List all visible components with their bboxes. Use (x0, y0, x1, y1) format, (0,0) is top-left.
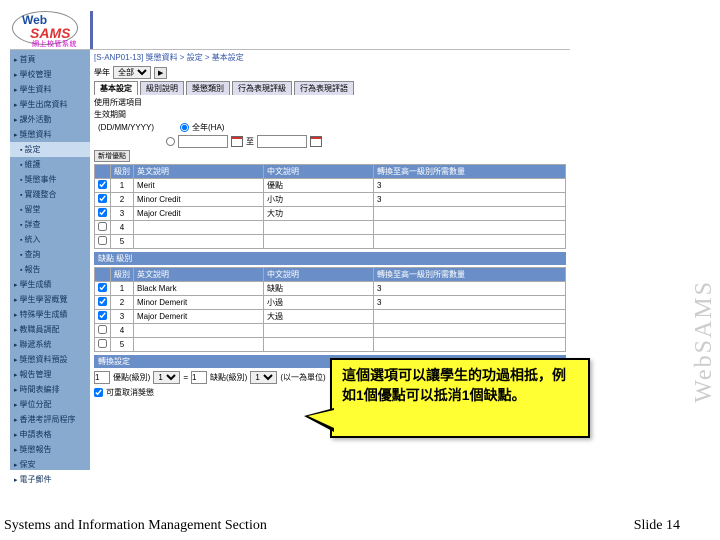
sidebar-item[interactable]: 學生成績 (10, 277, 90, 292)
convert-merit-level[interactable]: 1 (153, 371, 180, 384)
sidebar-item[interactable]: 學生資料 (10, 82, 90, 97)
use-item-label: 使用所選項目 (94, 97, 566, 108)
merit-col-num: 轉換至高一級別所需數量 (374, 165, 566, 179)
sidebar-item[interactable]: 統入 (10, 232, 90, 247)
date-all-year-radio[interactable] (180, 123, 189, 132)
demerit-col-cn: 中文說明 (264, 268, 374, 282)
table-row: 3Major Demerit大過 (95, 310, 566, 324)
demerit-col-level: 級別 (111, 268, 134, 282)
merit-col-level: 級別 (111, 165, 134, 179)
row-checkbox[interactable] (98, 311, 107, 320)
sidebar-item[interactable]: 學校管理 (10, 67, 90, 82)
tab-3[interactable]: 行為表現評級 (232, 81, 292, 95)
sidebar-item[interactable]: 香港考評局程序 (10, 412, 90, 427)
cancel-label: 可重取消獎懲 (106, 387, 154, 398)
table-row: 4 (95, 221, 566, 235)
sidebar-item[interactable]: 申請表格 (10, 427, 90, 442)
sidebar-item[interactable]: 報告 (10, 262, 90, 277)
date-opt1-label: 全年(HA) (192, 122, 224, 133)
table-row: 2Minor Credit小功3 (95, 193, 566, 207)
sidebar-item[interactable]: 學生學習概覽 (10, 292, 90, 307)
sidebar-item[interactable]: 獎懲報告 (10, 442, 90, 457)
year-select[interactable]: 全部 (113, 66, 151, 79)
convert-merit-qty[interactable] (94, 371, 110, 384)
date-to-input[interactable] (257, 135, 307, 148)
merit-col-en: 英文說明 (134, 165, 264, 179)
tabs: 基本設定級別說明獎懲類別行為表現評級行為表現評語 (94, 81, 566, 95)
sidebar-item[interactable]: 教職員調配 (10, 322, 90, 337)
demerit-col-en: 英文說明 (134, 268, 264, 282)
add-merit-button[interactable]: 新增優點 (94, 150, 130, 162)
sidebar-item[interactable]: 學位分配 (10, 397, 90, 412)
sidebar-item[interactable]: 報告管理 (10, 367, 90, 382)
date-range-radio[interactable] (166, 137, 175, 146)
sidebar-item[interactable]: 首頁 (10, 52, 90, 67)
row-checkbox[interactable] (98, 222, 107, 231)
demerit-section-header: 缺點 級別 (94, 252, 566, 265)
row-checkbox[interactable] (98, 283, 107, 292)
sidebar-item[interactable]: 課外活動 (10, 112, 90, 127)
tab-2[interactable]: 獎懲類別 (186, 81, 230, 95)
demerit-col-num: 轉換至高一級別所需數量 (374, 268, 566, 282)
go-button[interactable]: ▶ (154, 67, 167, 79)
merit-table: 級別 英文說明 中文說明 轉換至高一級別所需數量 1Merit優點32Minor… (94, 164, 566, 249)
table-row: 3Major Credit大功 (95, 207, 566, 221)
table-row: 2Minor Demerit小過3 (95, 296, 566, 310)
table-row: 1Black Mark缺點3 (95, 282, 566, 296)
row-checkbox[interactable] (98, 194, 107, 203)
sidebar-item[interactable]: 聯遞系統 (10, 337, 90, 352)
footer-right: Slide 14 (634, 518, 680, 534)
footer-left: Systems and Information Management Secti… (4, 518, 267, 534)
row-checkbox[interactable] (98, 325, 107, 334)
tab-1[interactable]: 級別說明 (140, 81, 184, 95)
year-label: 學年 (94, 67, 110, 78)
convert-demerit-label: 缺點(級別) (210, 372, 247, 383)
tab-0[interactable]: 基本設定 (94, 81, 138, 95)
sidebar-item[interactable]: 特殊學生成績 (10, 307, 90, 322)
watermark-text: WebSAMS (691, 280, 718, 403)
sidebar-item[interactable]: 學生出席資料 (10, 97, 90, 112)
header-bar: Web SAMS 網上校管系統 (10, 10, 570, 50)
row-checkbox[interactable] (98, 236, 107, 245)
sidebar-item[interactable]: 電子郵件 (10, 472, 90, 487)
table-row: 5 (95, 338, 566, 352)
demerit-table: 級別 英文說明 中文說明 轉換至高一級別所需數量 1Black Mark缺點32… (94, 267, 566, 352)
websams-logo: Web SAMS 網上校管系統 (10, 11, 80, 49)
row-checkbox[interactable] (98, 180, 107, 189)
convert-merit-label: 優點(級別) (113, 372, 150, 383)
sidebar-item[interactable]: 查詢 (10, 247, 90, 262)
convert-demerit-qty[interactable] (191, 371, 207, 384)
callout-tooltip: 這個選項可以讓學生的功過相抵，例如1個優點可以抵消1個缺點。 (330, 358, 590, 438)
row-checkbox[interactable] (98, 339, 107, 348)
sidebar-item[interactable]: 詳查 (10, 217, 90, 232)
sidebar-item[interactable]: 獎懲事件 (10, 172, 90, 187)
convert-note: (以一為單位) (280, 372, 325, 383)
date-hint: (DD/MM/YYYY) (98, 123, 154, 132)
sidebar-item[interactable]: 維護 (10, 157, 90, 172)
sidebar-item[interactable]: 設定 (10, 142, 90, 157)
table-row: 5 (95, 235, 566, 249)
table-row: 4 (95, 324, 566, 338)
merit-col-cn: 中文說明 (264, 165, 374, 179)
row-checkbox[interactable] (98, 297, 107, 306)
cancel-checkbox[interactable] (94, 388, 103, 397)
calendar-icon[interactable] (231, 136, 243, 147)
table-row: 1Merit優點3 (95, 179, 566, 193)
date-label: 生效期間 (94, 109, 126, 120)
sidebar-item[interactable]: 保安 (10, 457, 90, 472)
sidebar-item[interactable]: 時間表編排 (10, 382, 90, 397)
sidebar-item[interactable]: 實踐整合 (10, 187, 90, 202)
sidebar-item[interactable]: 獎懲資料 (10, 127, 90, 142)
tab-4[interactable]: 行為表現評語 (294, 81, 354, 95)
sidebar: 首頁學校管理學生資料學生出席資料課外活動獎懲資料設定維護獎懲事件實踐整合留堂詳查… (10, 50, 90, 470)
sidebar-item[interactable]: 留堂 (10, 202, 90, 217)
convert-demerit-level[interactable]: 1 (250, 371, 277, 384)
breadcrumb: [S-ANP01-13] 獎懲資料 > 設定 > 基本設定 (94, 52, 566, 63)
calendar-icon[interactable] (310, 136, 322, 147)
date-from-input[interactable] (178, 135, 228, 148)
row-checkbox[interactable] (98, 208, 107, 217)
sidebar-item[interactable]: 獎懲資料預設 (10, 352, 90, 367)
